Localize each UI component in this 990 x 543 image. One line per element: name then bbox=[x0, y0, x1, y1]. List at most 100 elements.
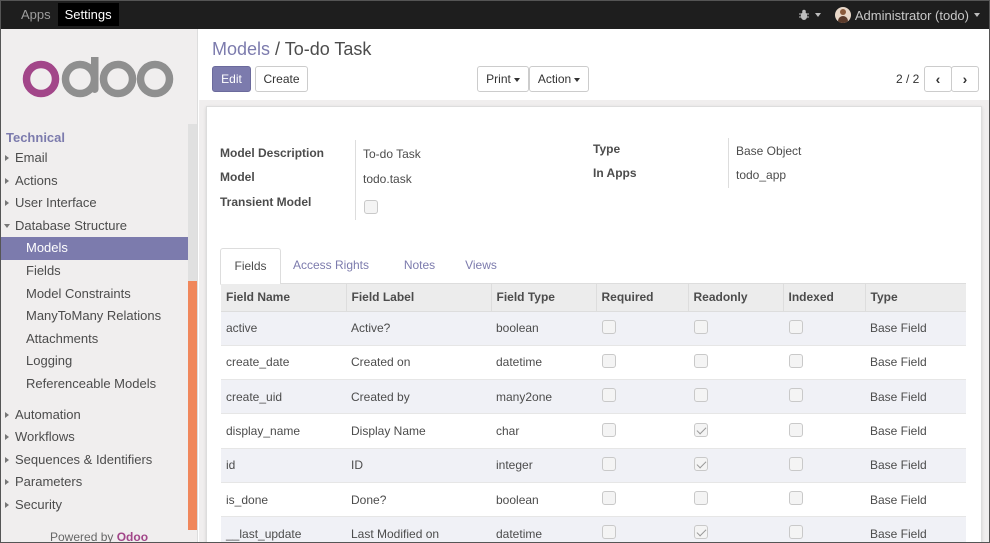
create-button[interactable]: Create bbox=[255, 66, 308, 92]
in-apps-label: In Apps bbox=[593, 166, 637, 180]
edit-button[interactable]: Edit bbox=[212, 66, 251, 92]
sidebar-item-sequences-identifiers[interactable]: Sequences & Identifiers bbox=[0, 449, 188, 472]
sidebar-item-label: Email bbox=[15, 150, 48, 165]
tab-views[interactable]: Views bbox=[456, 248, 506, 284]
column-header-readonly[interactable]: Readonly bbox=[688, 284, 784, 312]
table-row[interactable]: __last_update Last Modified on datetime Bas… bbox=[221, 516, 966, 543]
sidebar-item-database-structure[interactable]: Database Structure bbox=[0, 215, 188, 238]
cell-ftype: char bbox=[491, 413, 596, 449]
readonly-checkbox bbox=[694, 525, 708, 540]
tab-fields[interactable]: Fields bbox=[220, 248, 281, 285]
cell-required bbox=[596, 413, 688, 449]
powered-by-brand[interactable]: Odoo bbox=[117, 530, 148, 543]
action-dropdown[interactable]: Action bbox=[529, 66, 589, 92]
transient-model-label: Transient Model bbox=[220, 195, 312, 209]
column-header-field-label[interactable]: Field Label bbox=[346, 284, 492, 312]
sidebar-item-workflows[interactable]: Workflows bbox=[0, 426, 188, 449]
sidebar-item-automation[interactable]: Automation bbox=[0, 404, 188, 427]
caret-right-icon bbox=[5, 177, 9, 184]
cell-ftype: integer bbox=[491, 448, 596, 483]
top-navbar: Apps Settings Administrator (todo) bbox=[0, 0, 990, 29]
sidebar-item-manytomany-relations[interactable]: ManyToMany Relations bbox=[0, 305, 188, 328]
sidebar-item-label: Model Constraints bbox=[26, 285, 131, 301]
fields-table: Field Name Field Label Field Type Requir… bbox=[221, 284, 966, 543]
sidebar-item-model-constraints[interactable]: Model Constraints bbox=[0, 283, 188, 306]
pager-next-button[interactable]: › bbox=[951, 66, 979, 92]
tab-access-rights[interactable]: Access Rights bbox=[286, 248, 376, 284]
tab-notes[interactable]: Notes bbox=[392, 248, 447, 284]
pager-previous-button[interactable]: ‹ bbox=[924, 66, 952, 92]
column-header-required[interactable]: Required bbox=[596, 284, 689, 312]
cell-name: create_date bbox=[221, 345, 346, 381]
sidebar-item-parameters[interactable]: Parameters bbox=[0, 471, 188, 494]
sidebar-item-label: Parameters bbox=[15, 474, 83, 490]
sidebar-item-email[interactable]: Email bbox=[0, 147, 188, 170]
menu-settings[interactable]: Settings bbox=[57, 3, 119, 26]
column-header-field-type[interactable]: Field Type bbox=[491, 284, 597, 312]
cell-name: active bbox=[221, 311, 346, 346]
sidebar-item-models[interactable]: Models bbox=[0, 237, 188, 260]
column-header-field-name[interactable]: Field Name bbox=[221, 284, 347, 312]
table-row[interactable]: is_done Done? boolean Base Field bbox=[221, 482, 966, 518]
cell-label: Active? bbox=[346, 311, 491, 346]
caret-right-icon bbox=[5, 456, 9, 463]
chevron-down-icon bbox=[574, 77, 581, 82]
caret-right-icon bbox=[5, 501, 9, 508]
cell-type: Base Field bbox=[865, 311, 966, 346]
cell-ftype: boolean bbox=[491, 311, 596, 346]
cell-readonly bbox=[688, 516, 783, 543]
cell-name: display_name bbox=[221, 413, 346, 449]
cell-type: Base Field bbox=[865, 413, 966, 449]
sidebar-item-referenceable-models[interactable]: Referenceable Models bbox=[0, 373, 188, 396]
print-dropdown[interactable]: Print bbox=[477, 66, 529, 92]
sidebar-item-attachments[interactable]: Attachments bbox=[0, 328, 188, 351]
table-row[interactable]: display_name Display Name char Base Field bbox=[221, 413, 966, 449]
type-value: Base Object bbox=[736, 144, 802, 158]
sidebar-scrollbar[interactable] bbox=[188, 124, 197, 530]
cell-type: Base Field bbox=[865, 345, 966, 381]
sidebar-item-user-interface[interactable]: User Interface bbox=[0, 192, 188, 215]
table-row[interactable]: create_uid Created by many2one Base Field bbox=[221, 379, 966, 415]
chevron-down-icon bbox=[814, 13, 821, 17]
cell-label: Created by bbox=[346, 379, 491, 415]
cell-type: Base Field bbox=[865, 516, 966, 543]
cell-name: __last_update bbox=[221, 516, 346, 543]
sidebar-item-fields[interactable]: Fields bbox=[0, 260, 188, 283]
sidebar-item-label: ManyToMany Relations bbox=[26, 308, 162, 324]
sidebar-item-label: Workflows bbox=[15, 429, 75, 445]
cell-name: create_uid bbox=[221, 379, 346, 415]
in-apps-value: todo_app bbox=[736, 168, 787, 182]
sidebar-item-label: Security bbox=[15, 496, 62, 512]
avatar[interactable] bbox=[834, 7, 851, 23]
breadcrumb-separator: / bbox=[270, 39, 285, 59]
required-checkbox bbox=[602, 456, 616, 471]
required-checkbox bbox=[602, 319, 616, 334]
readonly-checkbox bbox=[694, 456, 708, 471]
user-menu-label[interactable]: Administrator (todo) bbox=[855, 8, 969, 23]
cell-indexed bbox=[783, 311, 865, 346]
cell-ftype: datetime bbox=[491, 345, 596, 381]
table-row[interactable]: create_date Created on datetime Base Field bbox=[221, 345, 966, 381]
menu-apps[interactable]: Apps bbox=[14, 3, 58, 26]
breadcrumb-models[interactable]: Models bbox=[212, 39, 270, 59]
sidebar-item-security[interactable]: Security bbox=[0, 494, 188, 517]
chevron-left-icon: ‹ bbox=[935, 71, 941, 87]
column-header-indexed[interactable]: Indexed bbox=[783, 284, 866, 312]
sidebar-item-label: Fields bbox=[26, 262, 61, 278]
column-header-type[interactable]: Type bbox=[865, 284, 966, 312]
cell-readonly bbox=[688, 413, 783, 449]
sidebar-item-label: User Interface bbox=[15, 195, 97, 211]
debug-menu[interactable] bbox=[798, 9, 821, 21]
top-right-menu: Administrator (todo) bbox=[798, 4, 980, 26]
bug-icon bbox=[798, 9, 809, 20]
table-row[interactable]: id ID integer Base Field bbox=[221, 448, 966, 483]
top-menu: Apps Settings bbox=[14, 3, 119, 26]
odoo-logo[interactable] bbox=[22, 57, 174, 101]
cell-label: ID bbox=[346, 448, 491, 483]
cell-ftype: boolean bbox=[491, 482, 596, 518]
sidebar-item-logging[interactable]: Logging bbox=[0, 350, 188, 373]
print-label: Print bbox=[486, 72, 511, 86]
table-row[interactable]: active Active? boolean Base Field bbox=[221, 311, 966, 346]
scrollbar-thumb[interactable] bbox=[188, 281, 197, 530]
sidebar-item-actions[interactable]: Actions bbox=[0, 170, 188, 193]
